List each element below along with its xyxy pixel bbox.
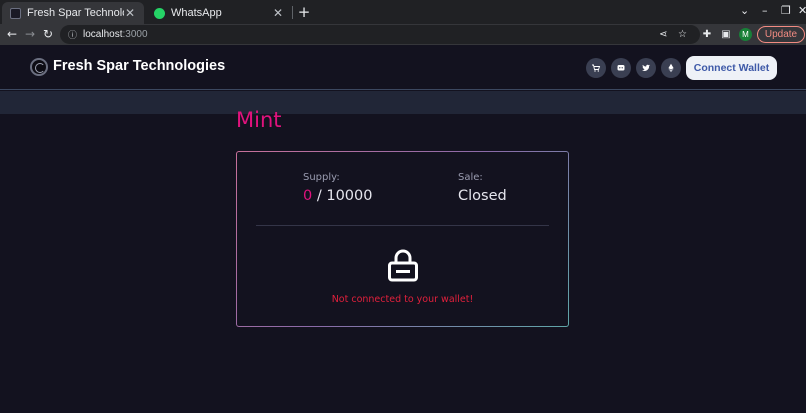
tab-whatsapp[interactable]: WhatsApp ✕: [146, 2, 292, 24]
lock-icon: [388, 249, 418, 282]
site-navbar: Fresh Spar Technologies Connect Wallet: [0, 45, 806, 90]
share-icon[interactable]: ⋖: [659, 25, 667, 44]
back-arrow-icon[interactable]: ←: [4, 26, 20, 42]
update-button[interactable]: Update: [757, 26, 805, 43]
forward-arrow-icon[interactable]: →: [22, 26, 38, 42]
window-close-icon[interactable]: ✕: [798, 4, 806, 17]
twitter-icon[interactable]: [636, 58, 656, 78]
close-icon[interactable]: ✕: [124, 6, 136, 20]
whatsapp-icon: [154, 7, 165, 19]
tab-title: WhatsApp: [171, 7, 222, 19]
sale-label: Sale:: [458, 172, 483, 183]
discord-icon[interactable]: [611, 58, 631, 78]
minimize-icon[interactable]: –: [762, 4, 768, 17]
max-supply: 10000: [326, 188, 373, 204]
profile-avatar[interactable]: M: [739, 28, 752, 41]
url-host: localhost: [83, 29, 123, 40]
sub-header-bar: [0, 91, 806, 114]
ethereum-icon[interactable]: [661, 58, 681, 78]
tab-search-chevron-icon[interactable]: ⌄: [740, 4, 749, 17]
tab-fresh-spar[interactable]: Fresh Spar Technologies ✕: [2, 2, 144, 24]
side-panel-icon[interactable]: ▣: [719, 27, 733, 42]
supply-separator: /: [312, 188, 327, 204]
tab-divider: [292, 6, 293, 19]
extensions-puzzle-icon[interactable]: ✚: [700, 27, 714, 42]
browser-toolbar: ← → ↻ ⓘ localhost:3000 ⋖ ☆ ✚ ▣ M Update: [0, 24, 806, 45]
wallet-status-message: Not connected to your wallet!: [331, 294, 474, 305]
close-icon[interactable]: ✕: [272, 6, 284, 20]
new-tab-button[interactable]: +: [296, 4, 312, 20]
brand-logo-icon[interactable]: [30, 58, 48, 76]
address-bar[interactable]: ⓘ localhost:3000: [60, 25, 700, 44]
card-divider: [256, 225, 549, 226]
maximize-icon[interactable]: ❐: [781, 4, 791, 17]
page-title: Mint: [236, 108, 282, 132]
supply-label: Supply:: [303, 172, 340, 183]
mint-card: Supply: 0 / 10000 Sale: Closed Not conne…: [236, 151, 569, 327]
site-info-icon[interactable]: ⓘ: [68, 28, 77, 41]
connect-wallet-button[interactable]: Connect Wallet: [686, 56, 777, 80]
url-port: :3000: [122, 29, 148, 40]
supply-value: 0 / 10000: [303, 188, 372, 204]
bookmark-star-icon[interactable]: ☆: [678, 25, 687, 44]
minted-count: 0: [303, 188, 313, 204]
reload-icon[interactable]: ↻: [40, 26, 56, 42]
brand-name[interactable]: Fresh Spar Technologies: [53, 58, 225, 74]
browser-tab-bar: Fresh Spar Technologies ✕ WhatsApp ✕ + ⌄…: [0, 0, 806, 24]
sale-status: Closed: [458, 188, 507, 204]
tab-title: Fresh Spar Technologies: [27, 7, 124, 19]
cart-icon[interactable]: [586, 58, 606, 78]
site-favicon-icon: [10, 7, 21, 19]
